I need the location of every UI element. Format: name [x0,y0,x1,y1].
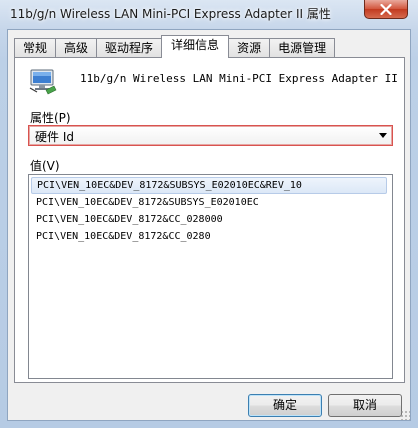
tab-resources[interactable]: 资源 [228,38,271,58]
list-item[interactable]: PCI\VEN_10EC&DEV_8172&CC_028000 [31,211,387,228]
list-item[interactable]: PCI\VEN_10EC&DEV_8172&CC_0280 [31,228,387,245]
title-bar[interactable]: 11b/g/n Wireless LAN Mini-PCI Express Ad… [0,0,418,28]
tab-strip: 常规 高级 驱动程序 详细信息 资源 电源管理 [14,35,336,58]
tab-details[interactable]: 详细信息 [161,35,230,58]
tab-power-management[interactable]: 电源管理 [269,38,336,58]
resize-grip[interactable] [400,410,410,420]
property-label: 属性(P) [30,111,71,125]
device-name: 11b/g/n Wireless LAN Mini-PCI Express Ad… [80,72,398,85]
window-title: 11b/g/n Wireless LAN Mini-PCI Express Ad… [10,7,331,21]
ok-button[interactable]: 确定 [248,394,322,417]
dialog-window: 11b/g/n Wireless LAN Mini-PCI Express Ad… [0,0,418,428]
property-selected-value: 硬件 Id [35,130,74,144]
list-item[interactable]: PCI\VEN_10EC&DEV_8172&SUBSYS_E02010EC [31,194,387,211]
tab-advanced[interactable]: 高级 [55,38,98,58]
tab-general[interactable]: 常规 [14,38,57,58]
property-dropdown[interactable]: 硬件 Id [28,125,393,146]
close-button[interactable] [364,0,408,19]
dialog-body: 常规 高级 驱动程序 详细信息 资源 电源管理 11b/g/n Wireless… [7,29,411,421]
value-label: 值(V) [30,159,60,173]
value-list[interactable]: PCI\VEN_10EC&DEV_8172&SUBSYS_E02010EC&RE… [28,174,393,379]
cancel-button[interactable]: 取消 [328,394,402,417]
network-adapter-icon [29,69,57,95]
chevron-down-icon[interactable] [379,133,387,138]
list-item[interactable]: PCI\VEN_10EC&DEV_8172&SUBSYS_E02010EC&RE… [31,177,387,194]
close-icon [380,3,392,15]
tab-driver[interactable]: 驱动程序 [96,38,163,58]
